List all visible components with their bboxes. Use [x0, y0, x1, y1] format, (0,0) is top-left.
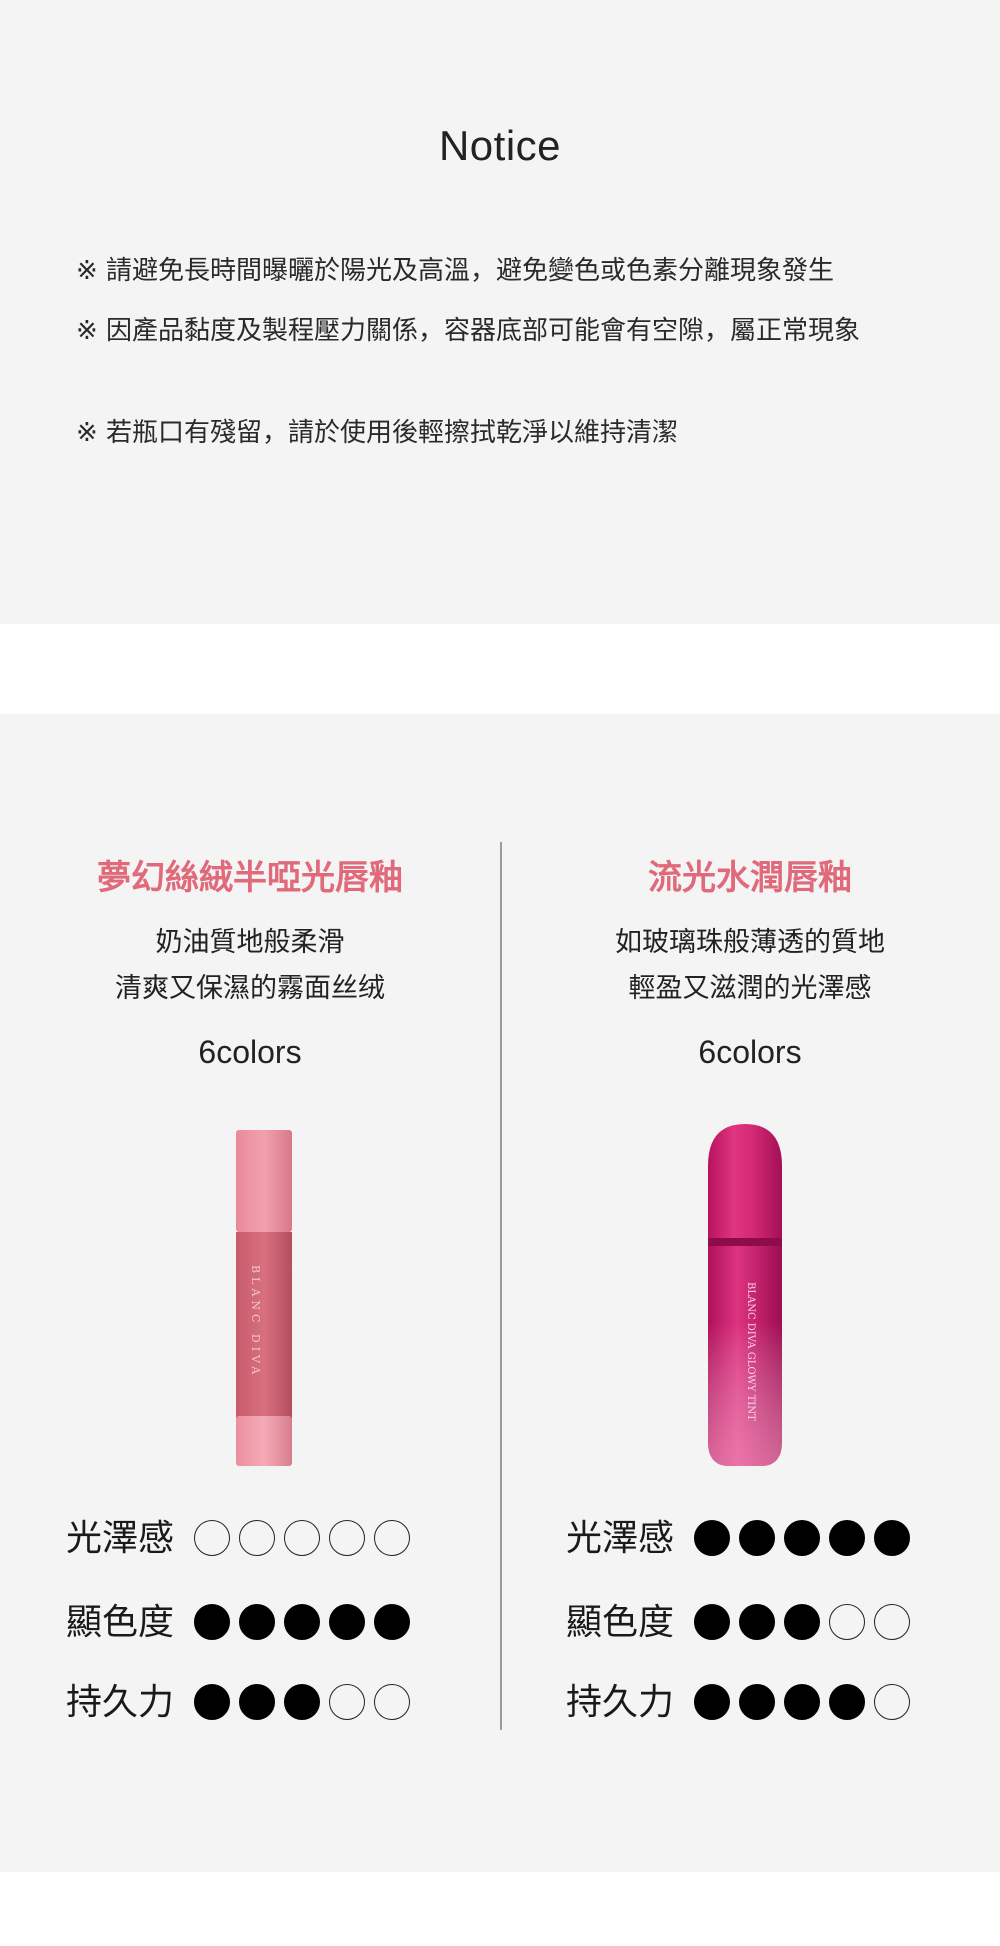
rating-dot-filled [874, 1520, 910, 1556]
product-desc-line: 如玻璃珠般薄透的質地 [615, 927, 885, 958]
bottle-brand-text: BLANC DIVA GLOWY TINT [745, 1282, 756, 1421]
color-count: 6colors [198, 1034, 302, 1070]
notice-section: Notice ※ 請避免長時間曝曬於陽光及高溫，避免變色或色素分離現象發生 ※ … [0, 0, 1000, 624]
rating-dot-empty [874, 1604, 910, 1640]
rating-dots [694, 1684, 919, 1722]
rating-color-payoff: 顯色度 [66, 1598, 486, 1648]
rating-label: 顯色度 [66, 1602, 175, 1643]
rating-dot-filled [784, 1684, 820, 1720]
rating-label: 光澤感 [566, 1518, 675, 1559]
rating-label: 持久力 [66, 1682, 175, 1723]
rating-dot-filled [829, 1684, 865, 1720]
product-title: 流光水潤唇釉 [648, 858, 852, 898]
rating-dot-filled [194, 1604, 230, 1640]
product-card-glowy: 流光水潤唇釉 如玻璃珠般薄透的質地 輕盈又滋潤的光澤感 6colors BLAN… [500, 714, 1000, 1872]
rating-dots [194, 1684, 419, 1722]
rating-dot-filled [694, 1520, 730, 1556]
rating-dot-filled [784, 1604, 820, 1640]
color-count: 6colors [698, 1034, 802, 1070]
rating-dot-filled [284, 1604, 320, 1640]
product-desc-line: 輕盈又滋潤的光澤感 [628, 973, 872, 1004]
rating-dots [694, 1604, 919, 1642]
rating-dot-empty [329, 1520, 365, 1556]
rating-dot-empty [874, 1684, 910, 1720]
glowy-tint-bottle-image: BLANC DIVA GLOWY TINT [708, 1124, 782, 1466]
product-comparison: 夢幻絲絨半啞光唇釉 奶油質地般柔滑 清爽又保濕的霧面丝绒 6colors BLA… [0, 714, 1000, 1872]
rating-dot-filled [784, 1520, 820, 1556]
rating-dot-filled [694, 1604, 730, 1640]
rating-dot-empty [829, 1604, 865, 1640]
rating-dot-filled [284, 1684, 320, 1720]
notice-item: ※ 請避免長時間曝曬於陽光及高溫，避免變色或色素分離現象發生 [76, 256, 835, 286]
rating-dot-empty [329, 1684, 365, 1720]
product-title: 夢幻絲絨半啞光唇釉 [97, 858, 403, 898]
rating-dot-empty [284, 1520, 320, 1556]
product-desc-line: 清爽又保濕的霧面丝绒 [115, 973, 385, 1004]
rating-longevity: 持久力 [66, 1678, 486, 1728]
rating-dot-filled [739, 1684, 775, 1720]
rating-dot-filled [739, 1520, 775, 1556]
rating-dots [194, 1520, 419, 1558]
rating-label: 光澤感 [66, 1518, 175, 1559]
rating-dots [694, 1520, 919, 1558]
rating-dot-empty [374, 1520, 410, 1556]
notice-item: ※ 因產品黏度及製程壓力關係，容器底部可能會有空隙，屬正常現象 [76, 316, 861, 346]
rating-gloss: 光澤感 [66, 1514, 486, 1564]
rating-dot-filled [329, 1604, 365, 1640]
rating-dot-filled [239, 1684, 275, 1720]
rating-longevity: 持久力 [566, 1678, 986, 1728]
rating-dot-empty [239, 1520, 275, 1556]
rating-label: 顯色度 [566, 1602, 675, 1643]
bottle-brand-text: BLANC DIVA [249, 1265, 262, 1378]
rating-dot-filled [374, 1604, 410, 1640]
rating-dot-empty [374, 1684, 410, 1720]
velvet-tint-bottle-image: BLANC DIVA [236, 1130, 292, 1466]
notice-item: ※ 若瓶口有殘留，請於使用後輕擦拭乾淨以維持清潔 [76, 418, 679, 448]
notice-title: Notice [438, 122, 562, 169]
rating-dot-filled [239, 1604, 275, 1640]
rating-dot-filled [739, 1604, 775, 1640]
rating-dot-empty [194, 1520, 230, 1556]
rating-label: 持久力 [566, 1682, 675, 1723]
rating-gloss: 光澤感 [566, 1514, 986, 1564]
rating-dot-filled [694, 1684, 730, 1720]
product-card-velvet: 夢幻絲絨半啞光唇釉 奶油質地般柔滑 清爽又保濕的霧面丝绒 6colors BLA… [0, 714, 500, 1872]
rating-dot-filled [194, 1684, 230, 1720]
rating-dot-filled [829, 1520, 865, 1556]
rating-color-payoff: 顯色度 [566, 1598, 986, 1648]
product-desc-line: 奶油質地般柔滑 [155, 927, 345, 958]
rating-dots [194, 1604, 419, 1642]
